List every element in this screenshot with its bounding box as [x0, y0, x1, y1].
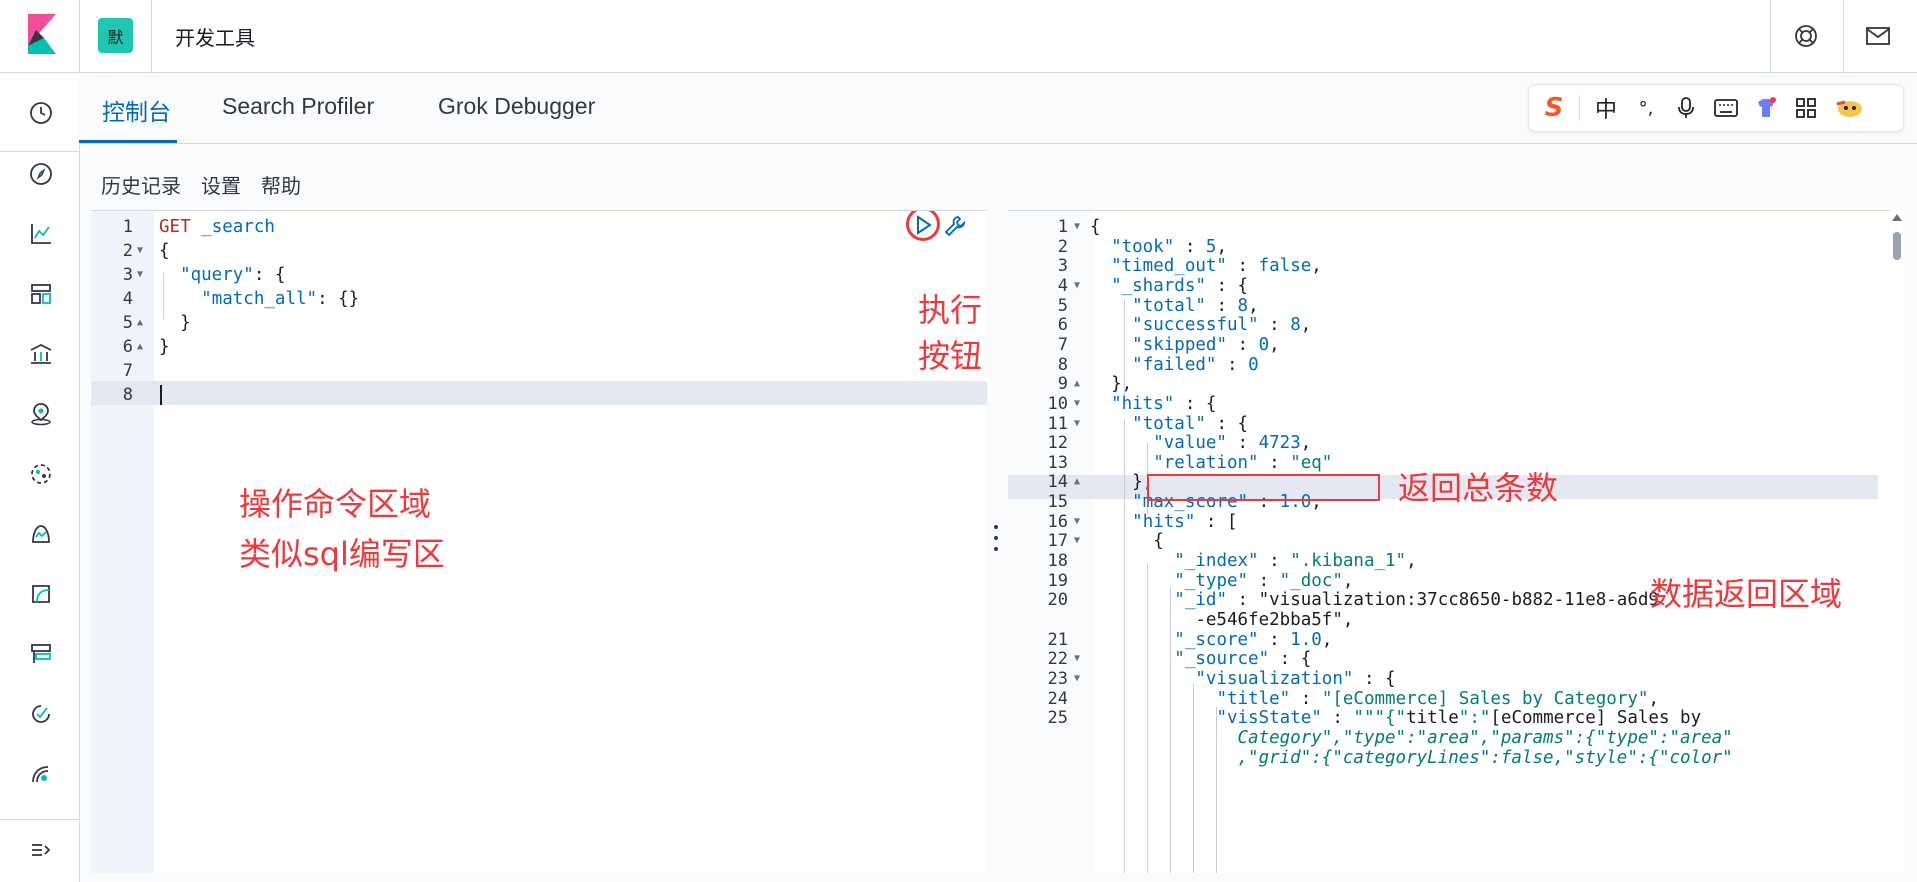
dashboard-icon[interactable]: [26, 279, 56, 309]
grid-icon[interactable]: [1791, 93, 1821, 123]
settings-link[interactable]: 设置: [201, 174, 241, 198]
line-number: [1008, 746, 1068, 770]
stack-icon[interactable]: [26, 759, 56, 789]
apm-icon[interactable]: [26, 519, 56, 549]
chinese-mode-icon[interactable]: 中: [1591, 93, 1621, 123]
header-divider: [1770, 0, 1771, 72]
line-number: 7: [122, 361, 133, 381]
tab-grok-debugger[interactable]: Grok Debugger: [438, 93, 595, 120]
active-tab-indicator: [79, 140, 177, 143]
space-avatar[interactable]: 默: [98, 18, 133, 53]
line-number: 2: [122, 241, 133, 261]
text-cursor: [160, 385, 162, 405]
punctuation-icon[interactable]: °,: [1631, 93, 1661, 123]
history-link[interactable]: 历史记录: [101, 174, 181, 198]
chart-icon[interactable]: [26, 219, 56, 249]
play-icon[interactable]: [912, 214, 934, 236]
panel-resizer-handle[interactable]: [993, 525, 999, 551]
scrollbar-thumb[interactable]: [1893, 232, 1901, 260]
console-menu: 历史记录 设置 帮助: [101, 170, 321, 199]
ime-toolbar: S 中 °,: [1528, 84, 1904, 132]
kibana-logo-icon[interactable]: [22, 14, 62, 54]
line-number: 6: [122, 337, 133, 357]
nav-divider: [0, 151, 79, 152]
monitoring-icon[interactable]: [26, 699, 56, 729]
fold-toggle-icon[interactable]: ▼: [1074, 529, 1080, 553]
fold-toggle-icon[interactable]: ▼: [137, 263, 143, 287]
header-divider: [1843, 0, 1844, 72]
keyboard-icon[interactable]: [1711, 93, 1741, 123]
fold-toggle-icon[interactable]: ▼: [137, 239, 143, 263]
fold-toggle-icon[interactable]: ▲: [1074, 470, 1080, 494]
fold-toggle-icon[interactable]: ▼: [1074, 667, 1080, 691]
code-line: "query": {: [180, 265, 286, 285]
help-link[interactable]: 帮助: [261, 174, 301, 198]
nav-divider: [0, 819, 79, 820]
active-line-highlight: [91, 381, 987, 405]
clock-icon[interactable]: [26, 98, 56, 128]
mascot-icon[interactable]: [1835, 93, 1865, 123]
canvas-icon[interactable]: [26, 339, 56, 369]
code-line: ,"grid":{"categoryLines":false,"style":{…: [1090, 747, 1733, 768]
line-number: 1: [122, 217, 133, 237]
fold-toggle-icon[interactable]: ▼: [1074, 412, 1080, 436]
mail-icon[interactable]: [1864, 22, 1892, 50]
code-line: }: [159, 313, 191, 333]
response-editor: 1 ▼{2 "took" : 5, 3 "timed_out" : false, 4 ▼…: [1008, 210, 1890, 873]
siem-icon[interactable]: [26, 639, 56, 669]
ml-icon[interactable]: [26, 459, 56, 489]
microphone-icon[interactable]: [1671, 93, 1701, 123]
ime-divider: [1579, 95, 1580, 121]
code-line: "match_all": {}: [201, 289, 360, 309]
fold-toggle-icon[interactable]: ▲: [137, 335, 143, 359]
fold-toggle-icon[interactable]: ▲: [137, 311, 143, 335]
request-editor[interactable]: 1 GET _search 2 ▼ { 3 ▼ "query": { 4 "ma…: [91, 210, 987, 873]
annotation-total-count: 返回总条数: [1398, 469, 1559, 507]
line-number: 8: [122, 385, 133, 405]
annotation-response-area: 数据返回区域: [1650, 575, 1843, 613]
header-divider: [151, 0, 152, 72]
total-value-highlight: [1147, 474, 1380, 501]
skin-icon[interactable]: [1751, 93, 1781, 123]
code-line: {: [159, 241, 170, 261]
code-line: }: [159, 337, 170, 357]
line-number: 3: [122, 265, 133, 285]
fold-toggle-icon[interactable]: ▼: [1074, 215, 1080, 239]
collapse-icon[interactable]: [26, 835, 56, 865]
sogou-logo-icon[interactable]: S: [1539, 93, 1569, 123]
code-line: GET _search: [159, 217, 275, 237]
tab-console[interactable]: 控制台: [102, 93, 171, 127]
annotation-run-button: 执行按钮: [918, 291, 983, 375]
annotation-command-area-sub: 类似sql编写区: [239, 535, 445, 573]
annotation-command-area: 操作命令区域: [239, 485, 432, 523]
uptime-icon[interactable]: [26, 579, 56, 609]
response-scrollbar[interactable]: [1890, 210, 1904, 872]
top-header: 默 开发工具: [0, 0, 1917, 73]
page-title: 开发工具: [175, 26, 255, 50]
line-number: 4: [122, 289, 133, 309]
header-divider: [79, 0, 80, 72]
wrench-icon[interactable]: [943, 214, 967, 238]
side-nav: [0, 73, 80, 882]
lifebuoy-icon[interactable]: [1792, 22, 1820, 50]
compass-icon[interactable]: [26, 159, 56, 189]
tab-search-profiler[interactable]: Search Profiler: [222, 93, 374, 120]
maps-icon[interactable]: [26, 399, 56, 429]
fold-toggle-icon[interactable]: ▼: [1074, 274, 1080, 298]
scroll-up-icon[interactable]: [1892, 214, 1902, 221]
line-number: 5: [122, 313, 133, 333]
